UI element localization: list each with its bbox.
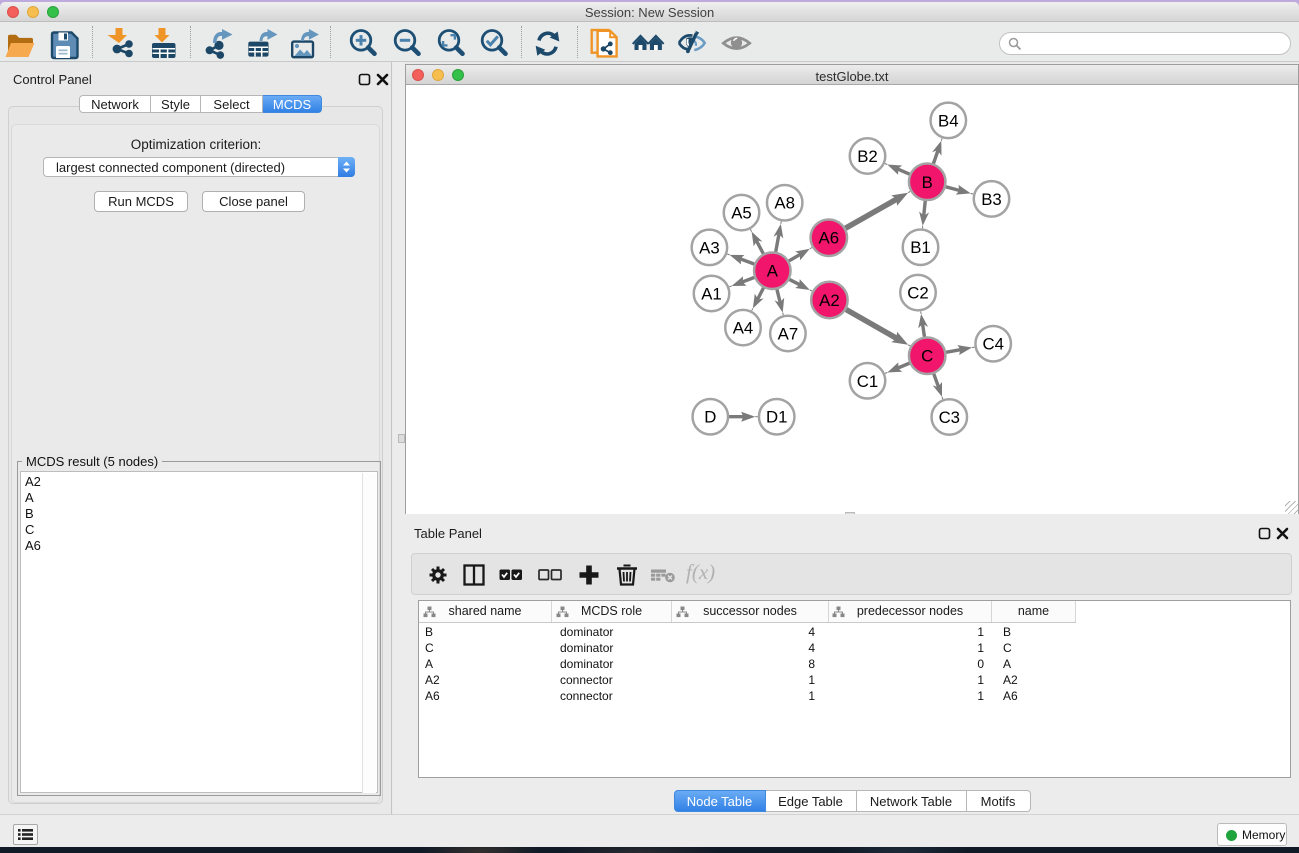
svg-text:C: C xyxy=(921,347,933,366)
svg-text:B1: B1 xyxy=(910,238,931,257)
svg-text:A8: A8 xyxy=(774,194,795,213)
svg-text:A3: A3 xyxy=(699,238,720,257)
svg-text:A6: A6 xyxy=(819,229,840,248)
svg-text:C4: C4 xyxy=(982,335,1003,354)
svg-text:A7: A7 xyxy=(778,325,799,344)
svg-text:B3: B3 xyxy=(981,190,1002,209)
svg-text:A5: A5 xyxy=(731,204,752,223)
svg-text:C3: C3 xyxy=(939,408,960,427)
svg-text:B4: B4 xyxy=(938,111,959,130)
svg-text:A: A xyxy=(767,262,779,281)
svg-text:A4: A4 xyxy=(733,319,754,338)
svg-text:D1: D1 xyxy=(766,408,787,427)
svg-text:D: D xyxy=(704,408,716,427)
svg-text:A2: A2 xyxy=(819,291,840,310)
svg-text:A1: A1 xyxy=(701,285,722,304)
svg-text:B: B xyxy=(922,173,933,192)
svg-text:C2: C2 xyxy=(907,284,928,303)
svg-text:B2: B2 xyxy=(857,147,878,166)
svg-text:C1: C1 xyxy=(857,372,878,391)
